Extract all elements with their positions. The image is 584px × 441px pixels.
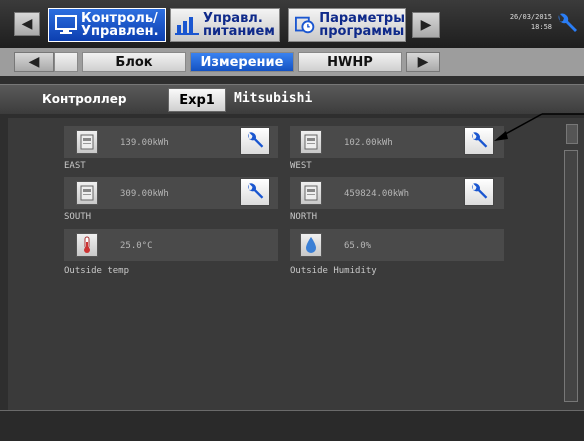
menu-schedule-settings-button[interactable]: Параметры программы [288,8,406,42]
meter-settings-button[interactable] [464,127,494,155]
humidity-drop-icon [300,233,322,257]
meter-settings-button[interactable] [240,127,270,155]
sensor-card-outside-humidity [290,229,504,261]
bar-chart-icon [175,17,199,35]
meter-name: SOUTH [64,212,92,222]
tab-measurement[interactable]: Измерение [190,52,294,72]
left-arrow-icon: ◀ [21,16,33,32]
controller-label: Контроллер [42,92,127,106]
tab-next-arrow-button[interactable]: ▶ [406,52,440,72]
tab-prev-arrow-button[interactable]: ◀ [14,52,54,72]
meter-icon [300,130,322,154]
meter-value: 309.00kWh [120,189,169,199]
date-text: 26/03/2015 [509,13,552,21]
meter-value: 139.00kWh [120,138,169,148]
expander-select-button[interactable]: Exp1 [168,88,226,112]
meter-value: 102.00kWh [344,138,393,148]
wrench-icon [247,132,264,148]
monitor-icon [55,15,77,34]
menu-schedule-line2: программы [319,24,405,39]
wrench-icon [247,183,264,199]
right-arrow-icon: ▶ [417,54,429,70]
menu-power-control-button[interactable]: Управл. питанием [170,8,280,42]
meter-name: NORTH [290,212,318,222]
thermometer-icon [76,233,98,257]
datetime-display: 26/03/2015 18:58 [490,12,552,36]
menu-monitor-control-button[interactable]: Контроль/ Управлен. [48,8,166,42]
meter-value: 459824.00kWh [344,189,410,199]
sensor-name: Outside temp [64,266,130,276]
scrollbar[interactable] [564,150,578,402]
tab-spacer-left [54,52,78,72]
manufacturer-name: Mitsubishi [234,91,313,106]
meter-settings-button[interactable] [240,178,270,206]
top-wrench-button[interactable] [555,12,579,36]
tab-hwhp[interactable]: HWHP [298,52,402,72]
sensor-value: 65.0% [344,241,372,251]
meter-icon [76,130,98,154]
wrench-icon [471,132,488,148]
sensor-name: Outside Humidity [290,266,377,276]
menu-power-line2: питанием [203,24,275,39]
scroll-up-button[interactable] [566,124,578,144]
wrench-icon [471,183,488,199]
meter-name: EAST [64,161,86,171]
menu-monitor-line2: Управлен. [81,24,159,39]
time-text: 18:58 [530,23,552,31]
status-bar [0,410,584,441]
wrench-icon [558,13,577,32]
sensor-value: 25.0°C [120,241,153,251]
meter-name: WEST [290,161,312,171]
meter-icon [76,181,98,205]
tab-block[interactable]: Блок [82,52,186,72]
top-next-arrow-button[interactable]: ▶ [412,12,440,38]
left-arrow-icon: ◀ [28,54,40,70]
top-prev-arrow-button[interactable]: ◀ [14,12,40,36]
right-arrow-icon: ▶ [420,17,432,33]
meter-settings-button[interactable] [464,178,494,206]
schedule-icon [295,16,315,34]
meter-icon [300,181,322,205]
